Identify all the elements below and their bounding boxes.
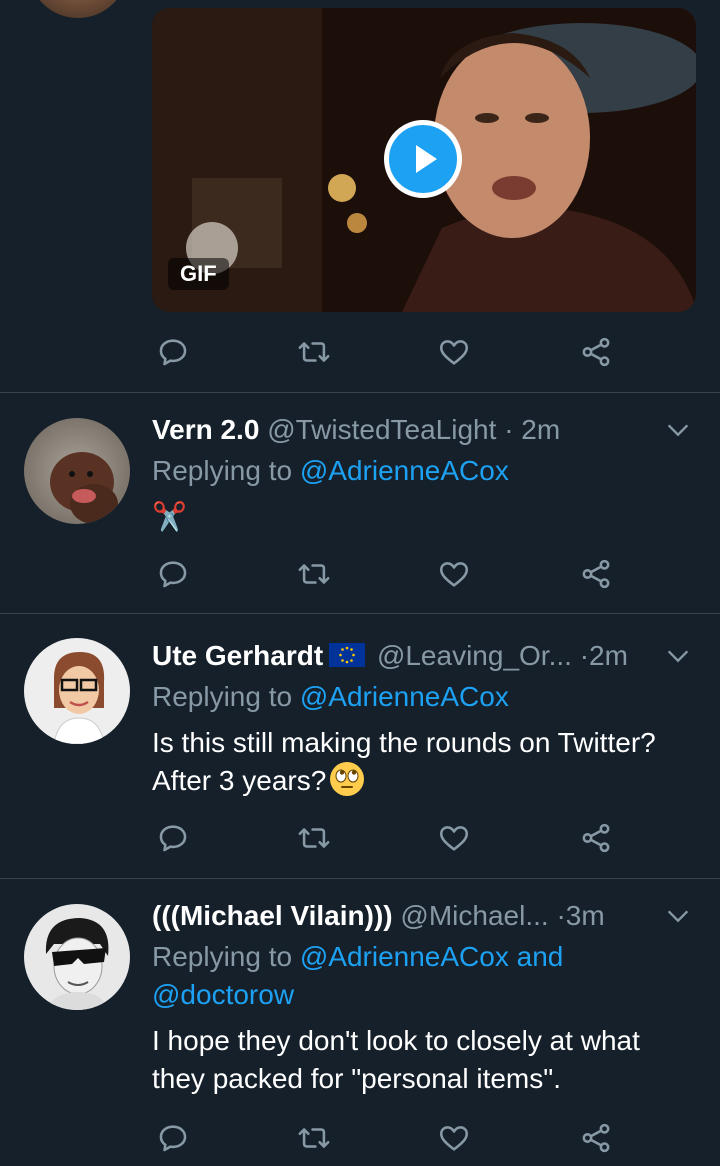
- tweet[interactable]: Ute Gerhardt @Leaving_Or... ·2m Replying…: [0, 636, 720, 878]
- retweet-button[interactable]: [294, 332, 334, 372]
- like-icon: [439, 562, 469, 587]
- replying-to: Replying to @AdrienneACox: [152, 452, 509, 490]
- reply-button[interactable]: [153, 332, 193, 372]
- share-icon: [582, 1123, 610, 1153]
- retweet-icon: [298, 828, 330, 848]
- sunglasses-man-avatar-image: [45, 918, 110, 1010]
- tweet-text-line: After 3 years?: [152, 762, 656, 800]
- rolling-eyes-emoji-icon: [330, 762, 365, 796]
- chevron-down-icon[interactable]: [664, 642, 692, 670]
- reply-button[interactable]: [153, 818, 193, 858]
- divider: [0, 392, 720, 393]
- share-button[interactable]: [576, 1118, 616, 1158]
- tweet[interactable]: (((Michael Vilain))) @Michael... ·3m Rep…: [0, 896, 720, 1166]
- replying-prefix: Replying to: [152, 455, 300, 486]
- like-icon: [439, 340, 469, 365]
- avatar[interactable]: [28, 0, 128, 18]
- reply-icon: [159, 561, 187, 588]
- divider: [0, 878, 720, 879]
- like-icon: [439, 826, 469, 851]
- replying-to: Replying to @AdrienneACox: [152, 678, 509, 716]
- timestamp[interactable]: 2m: [521, 414, 560, 445]
- mention-link[interactable]: @doctorow: [152, 976, 563, 1014]
- reply-icon: [159, 339, 187, 366]
- tweet-header: (((Michael Vilain))) @Michael... ·3m: [152, 896, 696, 936]
- separator: ·: [504, 414, 514, 445]
- like-button[interactable]: [434, 332, 474, 372]
- like-button[interactable]: [434, 1118, 474, 1158]
- replying-prefix: Replying to: [152, 941, 300, 972]
- tweet[interactable]: Vern 2.0 @TwistedTeaLight · 2m Replying …: [0, 410, 720, 612]
- chevron-down-icon[interactable]: [664, 902, 692, 930]
- retweet-button[interactable]: [294, 818, 334, 858]
- retweet-button[interactable]: [294, 554, 334, 594]
- play-button[interactable]: [384, 120, 462, 198]
- separator: ·: [556, 900, 566, 931]
- reply-icon: [159, 825, 187, 852]
- tweet-actions: [0, 1118, 720, 1158]
- mention-link[interactable]: @AdrienneACox: [300, 681, 509, 712]
- cartoon-woman-avatar-image: [53, 652, 105, 744]
- reply-button[interactable]: [153, 554, 193, 594]
- divider: [0, 613, 720, 614]
- tweet-text-line: they packed for "personal items".: [152, 1063, 561, 1094]
- tweet-text-line: I hope they don't look to closely at wha…: [152, 1025, 640, 1056]
- retweet-icon: [298, 1128, 330, 1148]
- mention-link[interactable]: @AdrienneACox: [300, 455, 509, 486]
- share-icon: [582, 823, 610, 853]
- like-button[interactable]: [434, 554, 474, 594]
- display-name[interactable]: (((Michael Vilain))): [152, 900, 393, 931]
- tweet-text: I hope they don't look to closely at wha…: [152, 1022, 640, 1098]
- tweet-actions: [0, 818, 720, 858]
- like-icon: [439, 1126, 469, 1151]
- replying-to: Replying to @AdrienneACox and @doctorow: [152, 938, 563, 1014]
- tweet-text: ✂️: [152, 501, 187, 532]
- tweet-text: Is this still making the rounds on Twitt…: [152, 724, 656, 800]
- user-handle[interactable]: @TwistedTeaLight: [267, 414, 496, 445]
- chevron-down-icon[interactable]: [664, 416, 692, 444]
- timestamp[interactable]: 3m: [566, 900, 605, 931]
- gif-media[interactable]: GIF: [152, 8, 696, 312]
- eu-flag-icon: [329, 643, 366, 667]
- tweet-actions: [0, 332, 720, 372]
- user-handle[interactable]: @Michael...: [400, 900, 548, 931]
- display-name[interactable]: Vern 2.0: [152, 414, 259, 445]
- like-button[interactable]: [434, 818, 474, 858]
- avatar[interactable]: [24, 904, 130, 1010]
- share-icon: [582, 559, 610, 589]
- retweet-icon: [298, 342, 330, 362]
- timestamp[interactable]: 2m: [589, 640, 628, 671]
- gif-badge: GIF: [168, 258, 229, 290]
- share-button[interactable]: [576, 332, 616, 372]
- mention-link[interactable]: @AdrienneACox and: [300, 941, 563, 972]
- avatar[interactable]: [24, 638, 130, 744]
- separator: ·: [579, 640, 590, 671]
- share-icon: [582, 337, 610, 367]
- user-handle[interactable]: @Leaving_Or...: [377, 640, 572, 671]
- replying-prefix: Replying to: [152, 681, 300, 712]
- dog-avatar-image: [50, 452, 118, 524]
- display-name[interactable]: Ute Gerhardt: [152, 640, 323, 671]
- tweet-header: Ute Gerhardt @Leaving_Or... ·2m: [152, 636, 696, 676]
- reply-button[interactable]: [153, 1118, 193, 1158]
- retweet-button[interactable]: [294, 1118, 334, 1158]
- share-button[interactable]: [576, 554, 616, 594]
- reply-icon: [159, 1125, 187, 1152]
- share-button[interactable]: [576, 818, 616, 858]
- play-icon: [416, 145, 437, 173]
- retweet-icon: [298, 564, 330, 584]
- tweet-text-line: Is this still making the rounds on Twitt…: [152, 727, 656, 758]
- avatar[interactable]: [24, 418, 130, 524]
- tweet-header: Vern 2.0 @TwistedTeaLight · 2m: [152, 410, 696, 450]
- tweet-actions: [0, 554, 720, 594]
